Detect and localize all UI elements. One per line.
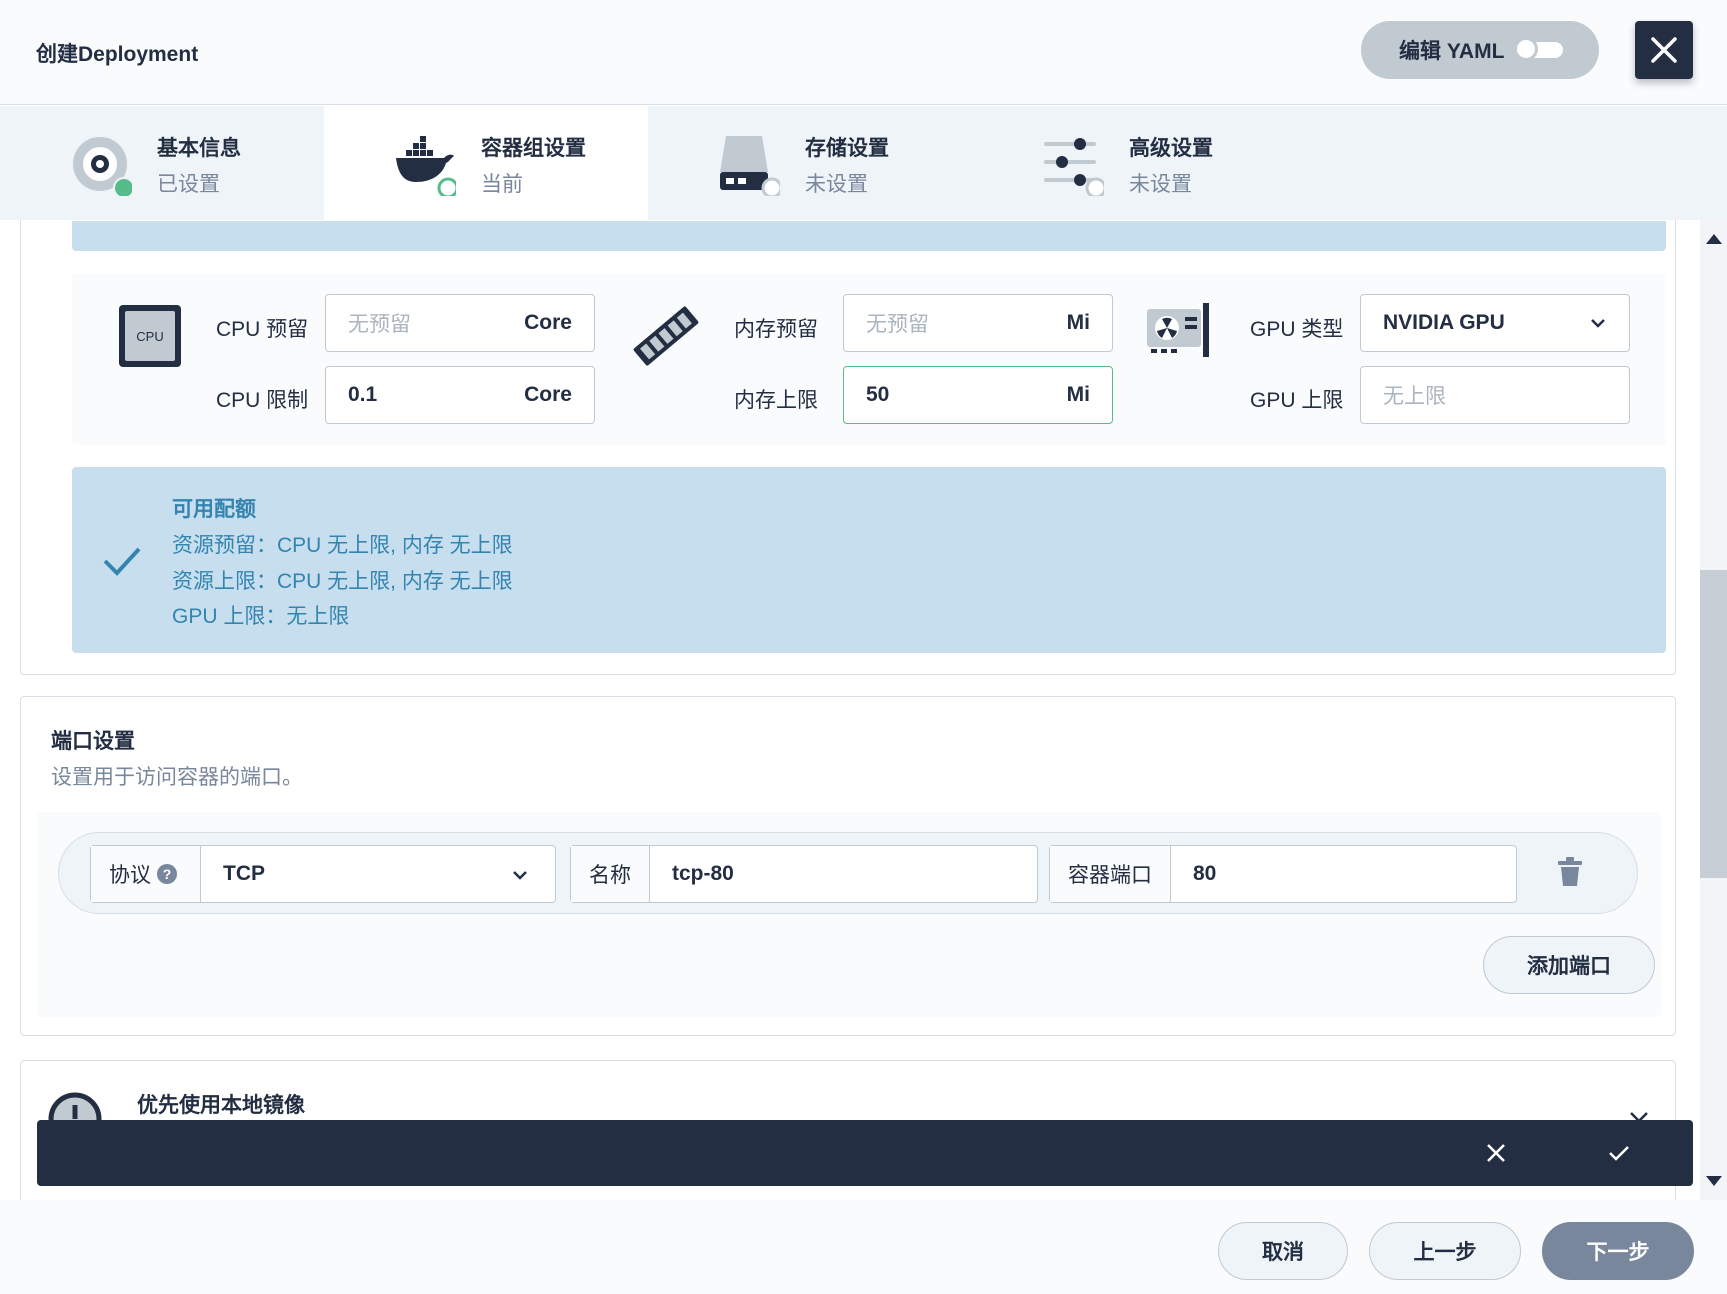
cpu-request-placeholder: 无预留: [348, 313, 411, 336]
step-status: 未设置: [805, 173, 868, 196]
close-dialog-button[interactable]: [1635, 21, 1693, 79]
cancel-edit-icon[interactable]: [1484, 1141, 1508, 1165]
cancel-button[interactable]: 取消: [1218, 1222, 1348, 1280]
quota-title: 可用配额: [172, 498, 256, 521]
step-title: 高级设置: [1129, 137, 1213, 160]
cpu-unit: Core: [524, 383, 572, 406]
form-content: CPU CPU 预留 无预留 Core CPU 限制 0.1 Core 内存预留: [0, 220, 1700, 1200]
chevron-down-icon: [513, 871, 527, 880]
mem-request-input[interactable]: 无预留 Mi: [843, 294, 1113, 352]
gpu-type-select[interactable]: NVIDIA GPU: [1360, 294, 1630, 352]
cpu-chip-icon: CPU: [119, 305, 181, 367]
tab-basic-info[interactable]: 基本信息 已设置: [0, 106, 324, 220]
dialog-header: 创建Deployment 编辑 YAML: [0, 0, 1727, 105]
scroll-up-arrow-icon[interactable]: [1706, 234, 1722, 244]
container-port-label: 容器端口: [1050, 846, 1171, 902]
cpu-limit-label: CPU 限制: [216, 389, 309, 412]
mem-unit: Mi: [1066, 311, 1090, 334]
protocol-value: TCP: [223, 862, 265, 885]
docker-icon: [396, 136, 456, 196]
local-image-title: 优先使用本地镜像: [137, 1094, 305, 1117]
add-port-button[interactable]: 添加端口: [1483, 936, 1655, 994]
scroll-thumb[interactable]: [1700, 570, 1727, 878]
quota-limit-line: 资源上限：CPU 无上限, 内存 无上限: [172, 570, 513, 593]
mem-limit-label: 内存上限: [734, 389, 818, 412]
tab-storage-settings[interactable]: 存储设置 未设置: [648, 106, 972, 220]
step-title: 容器组设置: [481, 137, 586, 160]
step-status: 已设置: [157, 173, 220, 196]
cpu-request-input[interactable]: 无预留 Core: [325, 294, 595, 352]
available-quota-banner: 可用配额 资源预留：CPU 无上限, 内存 无上限 资源上限：CPU 无上限, …: [72, 467, 1666, 653]
chevron-down-icon: [1591, 319, 1605, 328]
sliders-icon: [1044, 138, 1104, 196]
gpu-limit-placeholder: 无上限: [1383, 385, 1446, 408]
edit-confirm-bar: [37, 1120, 1693, 1186]
port-row: 协议? TCP 名称 tcp-80 容器端口 80: [58, 832, 1638, 914]
quota-gpu-line: GPU 上限：无上限: [172, 605, 350, 628]
gpu-card-icon: [1147, 303, 1209, 357]
edit-yaml-label: 编辑 YAML: [1399, 40, 1505, 63]
memory-stick-icon: [633, 306, 699, 366]
quota-request-line: 资源预留：CPU 无上限, 内存 无上限: [172, 534, 513, 557]
previous-step-button[interactable]: 上一步: [1369, 1222, 1521, 1280]
next-step-button[interactable]: 下一步: [1542, 1222, 1694, 1280]
step-status: 当前: [481, 173, 523, 196]
hard-drive-icon: [720, 136, 780, 196]
dialog-footer: 取消 上一步 下一步: [0, 1200, 1727, 1294]
gpu-limit-input[interactable]: 无上限: [1360, 366, 1630, 424]
help-icon[interactable]: ?: [157, 864, 177, 884]
port-list: 协议? TCP 名称 tcp-80 容器端口 80 添加端口: [37, 812, 1661, 1017]
port-settings-panel: 端口设置 设置用于访问容器的端口。 协议? TCP 名称 tcp-80 容器端口…: [20, 696, 1676, 1036]
gpu-limit-label: GPU 上限: [1250, 389, 1344, 412]
port-name-value: tcp-80: [672, 862, 734, 885]
mem-unit: Mi: [1066, 383, 1090, 406]
confirm-edit-icon[interactable]: [1607, 1141, 1631, 1165]
port-name-field[interactable]: 名称 tcp-80: [570, 845, 1038, 903]
cpu-chip-text: CPU: [136, 329, 163, 344]
step-tabs: 基本信息 已设置 容器组设置 当前 存储设置 未设置 高级设置 未设置: [0, 106, 1727, 220]
dialog-title: 创建Deployment: [36, 43, 199, 66]
cpu-request-label: CPU 预留: [216, 318, 309, 341]
container-port-value: 80: [1193, 862, 1217, 885]
gpu-type-label: GPU 类型: [1250, 318, 1344, 341]
vertical-scrollbar[interactable]: [1700, 220, 1727, 1200]
close-icon: [1651, 37, 1677, 63]
scroll-down-arrow-icon[interactable]: [1706, 1176, 1722, 1186]
toggle-switch-icon[interactable]: [1514, 37, 1563, 61]
info-banner-remnant: [72, 221, 1666, 251]
step-title: 基本信息: [157, 137, 241, 160]
tab-advanced-settings[interactable]: 高级设置 未设置: [972, 106, 1296, 220]
mem-request-label: 内存预留: [734, 318, 818, 341]
cpu-limit-input[interactable]: 0.1 Core: [325, 366, 595, 424]
port-settings-description: 设置用于访问容器的端口。: [51, 766, 303, 789]
mem-limit-value: 50: [866, 383, 890, 406]
check-icon: [103, 547, 141, 576]
port-settings-title: 端口设置: [51, 730, 135, 753]
gpu-type-value: NVIDIA GPU: [1383, 311, 1505, 334]
protocol-label-text: 协议: [109, 864, 151, 887]
protocol-select[interactable]: 协议? TCP: [90, 845, 556, 903]
container-resources-panel: CPU CPU 预留 无预留 Core CPU 限制 0.1 Core 内存预留: [20, 220, 1676, 675]
protocol-label: 协议?: [91, 846, 201, 902]
mem-limit-input[interactable]: 50 Mi: [843, 366, 1113, 424]
step-title: 存储设置: [805, 137, 889, 160]
mem-request-placeholder: 无预留: [866, 313, 929, 336]
disc-icon: [73, 137, 132, 196]
port-name-label: 名称: [571, 846, 650, 902]
trash-icon[interactable]: [1557, 857, 1583, 887]
cpu-limit-value: 0.1: [348, 383, 378, 406]
resource-limits-box: CPU CPU 预留 无预留 Core CPU 限制 0.1 Core 内存预留: [72, 273, 1666, 445]
step-status: 未设置: [1129, 173, 1192, 196]
container-port-field[interactable]: 容器端口 80: [1049, 845, 1517, 903]
cpu-unit: Core: [524, 311, 572, 334]
edit-yaml-toggle[interactable]: 编辑 YAML: [1361, 21, 1599, 79]
tab-container-settings[interactable]: 容器组设置 当前: [324, 106, 648, 220]
